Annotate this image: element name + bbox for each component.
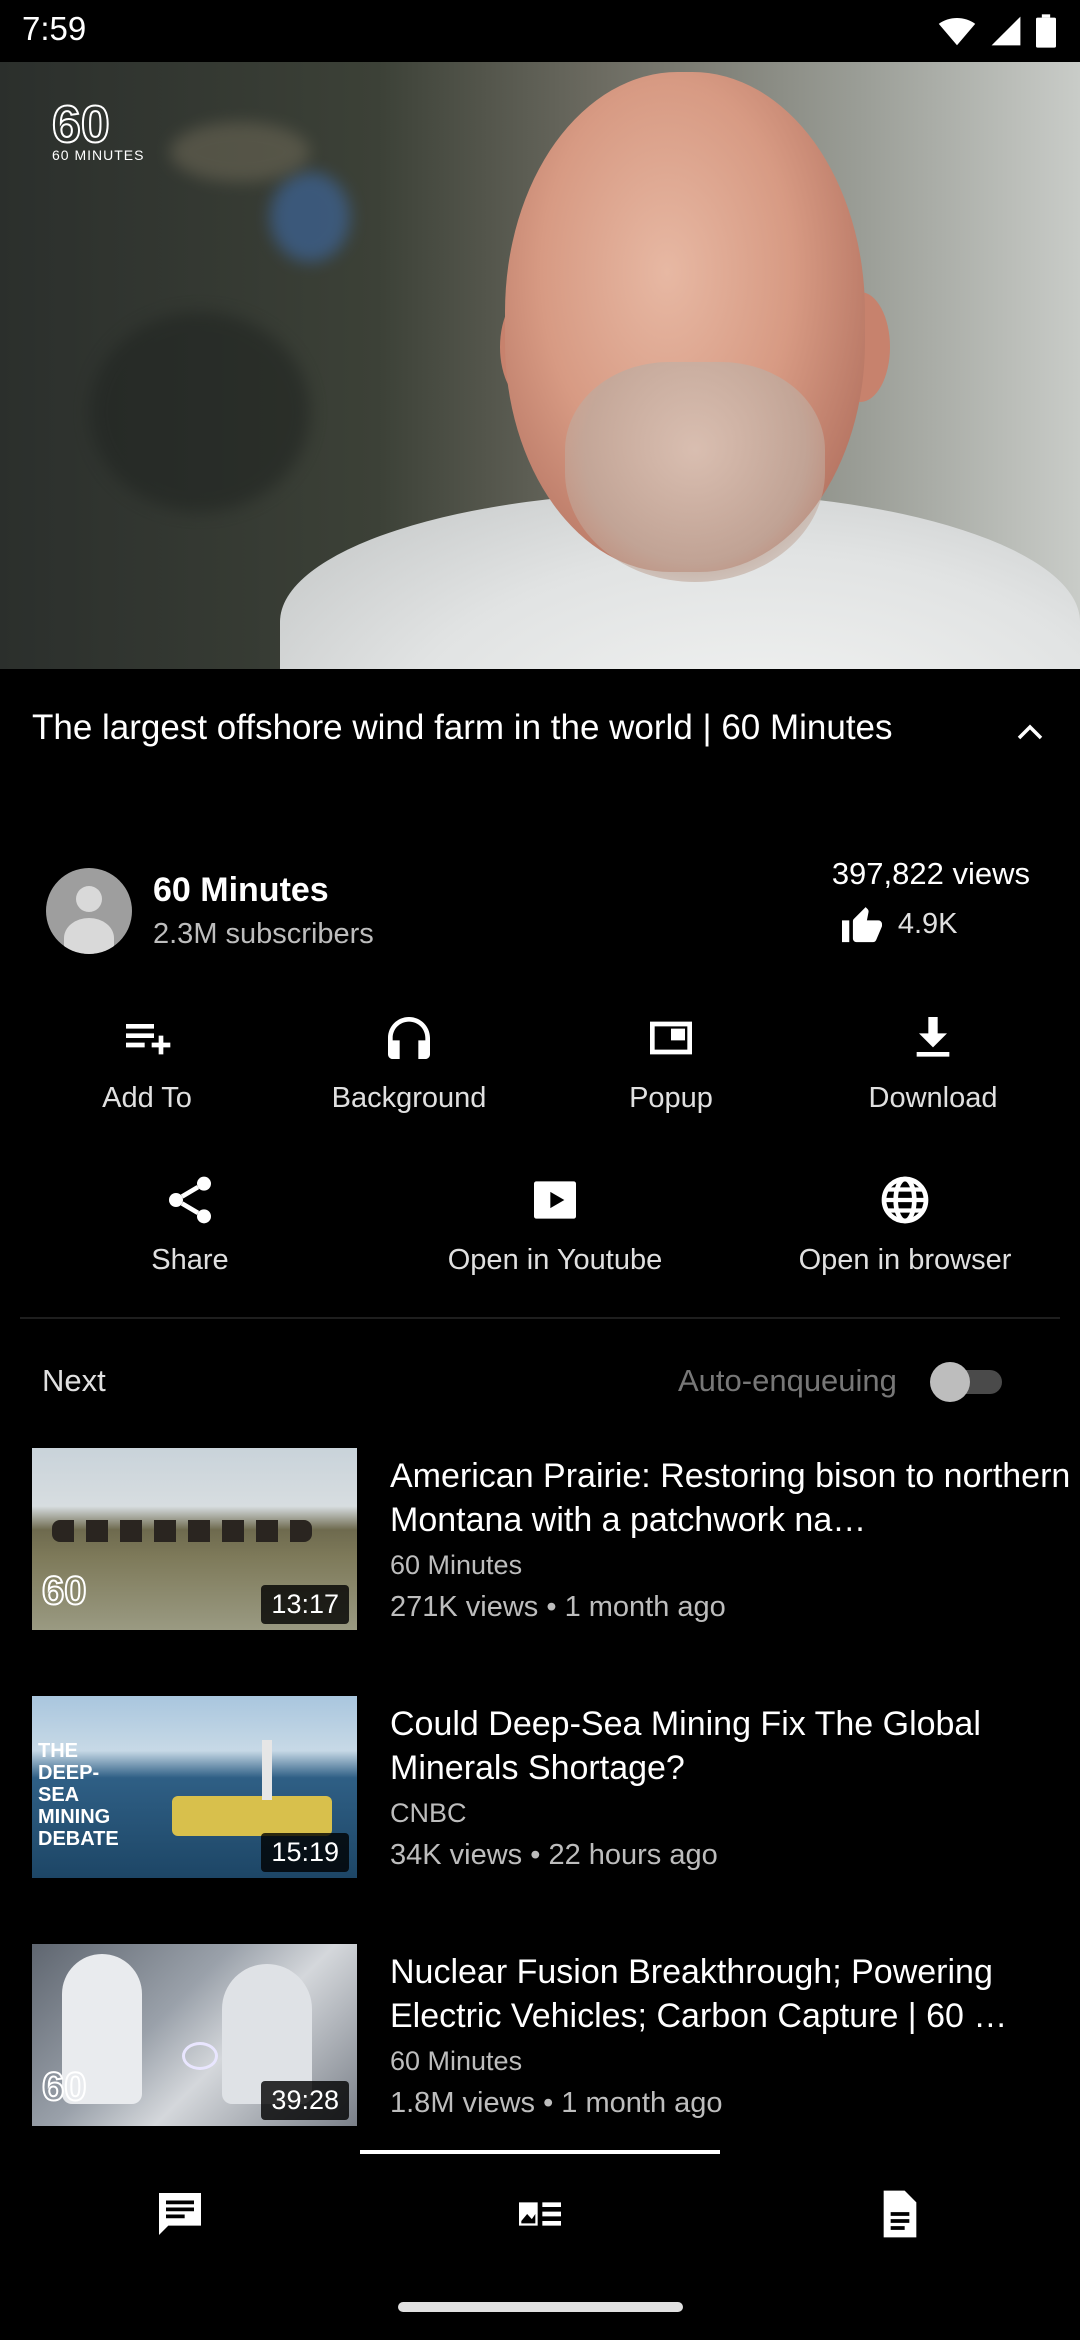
share-icon	[169, 1176, 211, 1224]
channel-text: 60 Minutes 2.3M subscribers	[153, 871, 374, 951]
youtube-icon	[534, 1181, 576, 1219]
view-count: 397,822 views	[831, 856, 1030, 891]
sixty-minutes-logo: 60 60 MINUTES	[51, 96, 144, 163]
tab-related-items[interactable]	[360, 2154, 720, 2274]
like-count-row: 4.9K	[832, 904, 1030, 944]
video-views-age: 1.8M views • 1 month ago	[390, 2087, 723, 2119]
avatar-head	[76, 886, 102, 912]
sixty-minutes-logo: 60	[41, 2064, 88, 2110]
actions-row-1: Add To Background Popup Download	[0, 1010, 1080, 1115]
related-video-item[interactable]: 60 13:17 American Prairie: Restoring bis…	[32, 1448, 1070, 1630]
chevron-up-icon	[1017, 724, 1043, 740]
video-meta: Could Deep-Sea Mining Fix The Global Min…	[390, 1702, 1080, 1872]
description-icon	[883, 2190, 917, 2238]
background-blur	[90, 312, 310, 512]
related-items-icon	[519, 2202, 561, 2226]
video-meta: American Prairie: Restoring bison to nor…	[390, 1454, 1080, 1624]
comments-icon	[159, 2193, 201, 2235]
background-blur	[270, 172, 350, 262]
open-in-browser-button[interactable]: Open in browser	[730, 1172, 1080, 1277]
status-icons	[938, 14, 1056, 48]
next-label: Next	[42, 1363, 106, 1398]
download-button[interactable]: Download	[802, 1010, 1064, 1115]
actions-row-2: Share Open in Youtube Open in browser	[0, 1172, 1080, 1277]
background-button[interactable]: Background	[278, 1010, 540, 1115]
video-channel: 60 Minutes	[390, 2046, 523, 2076]
avatar[interactable]	[46, 868, 132, 954]
headphones-icon	[388, 1017, 430, 1059]
related-video-item[interactable]: 60 39:28 Nuclear Fusion Breakthrough; Po…	[32, 1944, 1052, 2126]
auto-enqueuing-toggle[interactable]	[930, 1360, 1010, 1402]
video-stats: 397,822 views 4.9K	[832, 856, 1030, 944]
svg-text:60: 60	[52, 96, 110, 154]
globe-icon	[881, 1176, 929, 1224]
like-count: 4.9K	[897, 907, 958, 940]
collapse-button[interactable]	[1006, 708, 1054, 756]
video-duration: 39:28	[261, 2081, 349, 2120]
thumbs-up-icon	[841, 907, 882, 943]
popup-label: Popup	[629, 1082, 713, 1114]
video-title: American Prairie: Restoring bison to nor…	[390, 1457, 1071, 1539]
thumbnail-caption: THE DEEP-SEA MINING DEBATE	[38, 1740, 119, 1850]
video-person-beard	[565, 362, 825, 582]
tab-comments[interactable]	[0, 2154, 360, 2274]
svg-text:60: 60	[42, 2065, 87, 2109]
svg-text:60: 60	[42, 1569, 87, 1613]
share-label: Share	[151, 1244, 229, 1276]
video-thumbnail[interactable]: 60 13:17	[32, 1448, 357, 1630]
light-ring	[182, 2042, 218, 2070]
open-in-youtube-label: Open in Youtube	[447, 1244, 663, 1276]
video-title: The largest offshore wind farm in the wo…	[32, 708, 893, 747]
sixty-minutes-logo: 60	[41, 1568, 88, 1614]
video-thumbnail[interactable]: THE DEEP-SEA MINING DEBATE 15:19	[32, 1696, 357, 1878]
divider	[20, 1317, 1060, 1319]
add-to-label: Add To	[102, 1082, 192, 1114]
video-duration: 15:19	[261, 1833, 349, 1872]
video-channel: CNBC	[390, 1798, 467, 1828]
svg-text:60 MINUTES: 60 MINUTES	[52, 147, 144, 163]
toggle-thumb	[930, 1362, 970, 1402]
tab-description[interactable]	[720, 2154, 1080, 2274]
open-in-youtube-button[interactable]: Open in Youtube	[380, 1172, 730, 1277]
video-meta: Nuclear Fusion Breakthrough; Powering El…	[390, 1950, 1080, 2120]
share-button[interactable]: Share	[0, 1172, 380, 1277]
video-duration: 13:17	[261, 1585, 349, 1624]
related-video-item[interactable]: THE DEEP-SEA MINING DEBATE 15:19 Could D…	[32, 1696, 1052, 1878]
home-indicator[interactable]	[398, 2302, 683, 2312]
status-bar: 7:59	[0, 0, 1080, 62]
popup-button[interactable]: Popup	[540, 1010, 802, 1115]
download-label: Download	[868, 1082, 998, 1114]
channel-info[interactable]: 60 Minutes 2.3M subscribers	[46, 868, 374, 954]
ship-rig	[262, 1740, 272, 1800]
video-title-row: The largest offshore wind farm in the wo…	[32, 705, 992, 751]
auto-enqueuing-label: Auto-enqueuing	[678, 1363, 897, 1398]
status-time: 7:59	[22, 10, 87, 47]
video-views-age: 34K views • 22 hours ago	[390, 1839, 718, 1871]
video-channel: 60 Minutes	[390, 1550, 523, 1580]
video-title: Could Deep-Sea Mining Fix The Global Min…	[390, 1705, 981, 1787]
background-label: Background	[331, 1082, 487, 1114]
background-blur	[170, 122, 310, 182]
avatar-body	[64, 918, 114, 954]
add-to-button[interactable]: Add To	[16, 1010, 278, 1115]
playlist-add-icon	[126, 1024, 171, 1055]
popup-icon	[650, 1021, 692, 1055]
bison-herd	[52, 1520, 312, 1542]
video-title: Nuclear Fusion Breakthrough; Powering El…	[390, 1953, 1008, 2035]
download-icon	[916, 1017, 950, 1057]
video-views-age: 271K views • 1 month ago	[390, 1591, 726, 1623]
ship	[172, 1796, 332, 1836]
channel-subscribers: 2.3M subscribers	[153, 918, 374, 950]
signal-icon	[991, 16, 1021, 46]
video-thumbnail[interactable]: 60 39:28	[32, 1944, 357, 2126]
video-player[interactable]: 60 60 MINUTES	[0, 62, 1080, 669]
wifi-icon	[938, 17, 976, 46]
bottom-tab-bar	[0, 2154, 1080, 2274]
open-in-browser-label: Open in browser	[798, 1244, 1012, 1276]
battery-icon	[1036, 14, 1056, 48]
channel-name: 60 Minutes	[153, 871, 329, 909]
